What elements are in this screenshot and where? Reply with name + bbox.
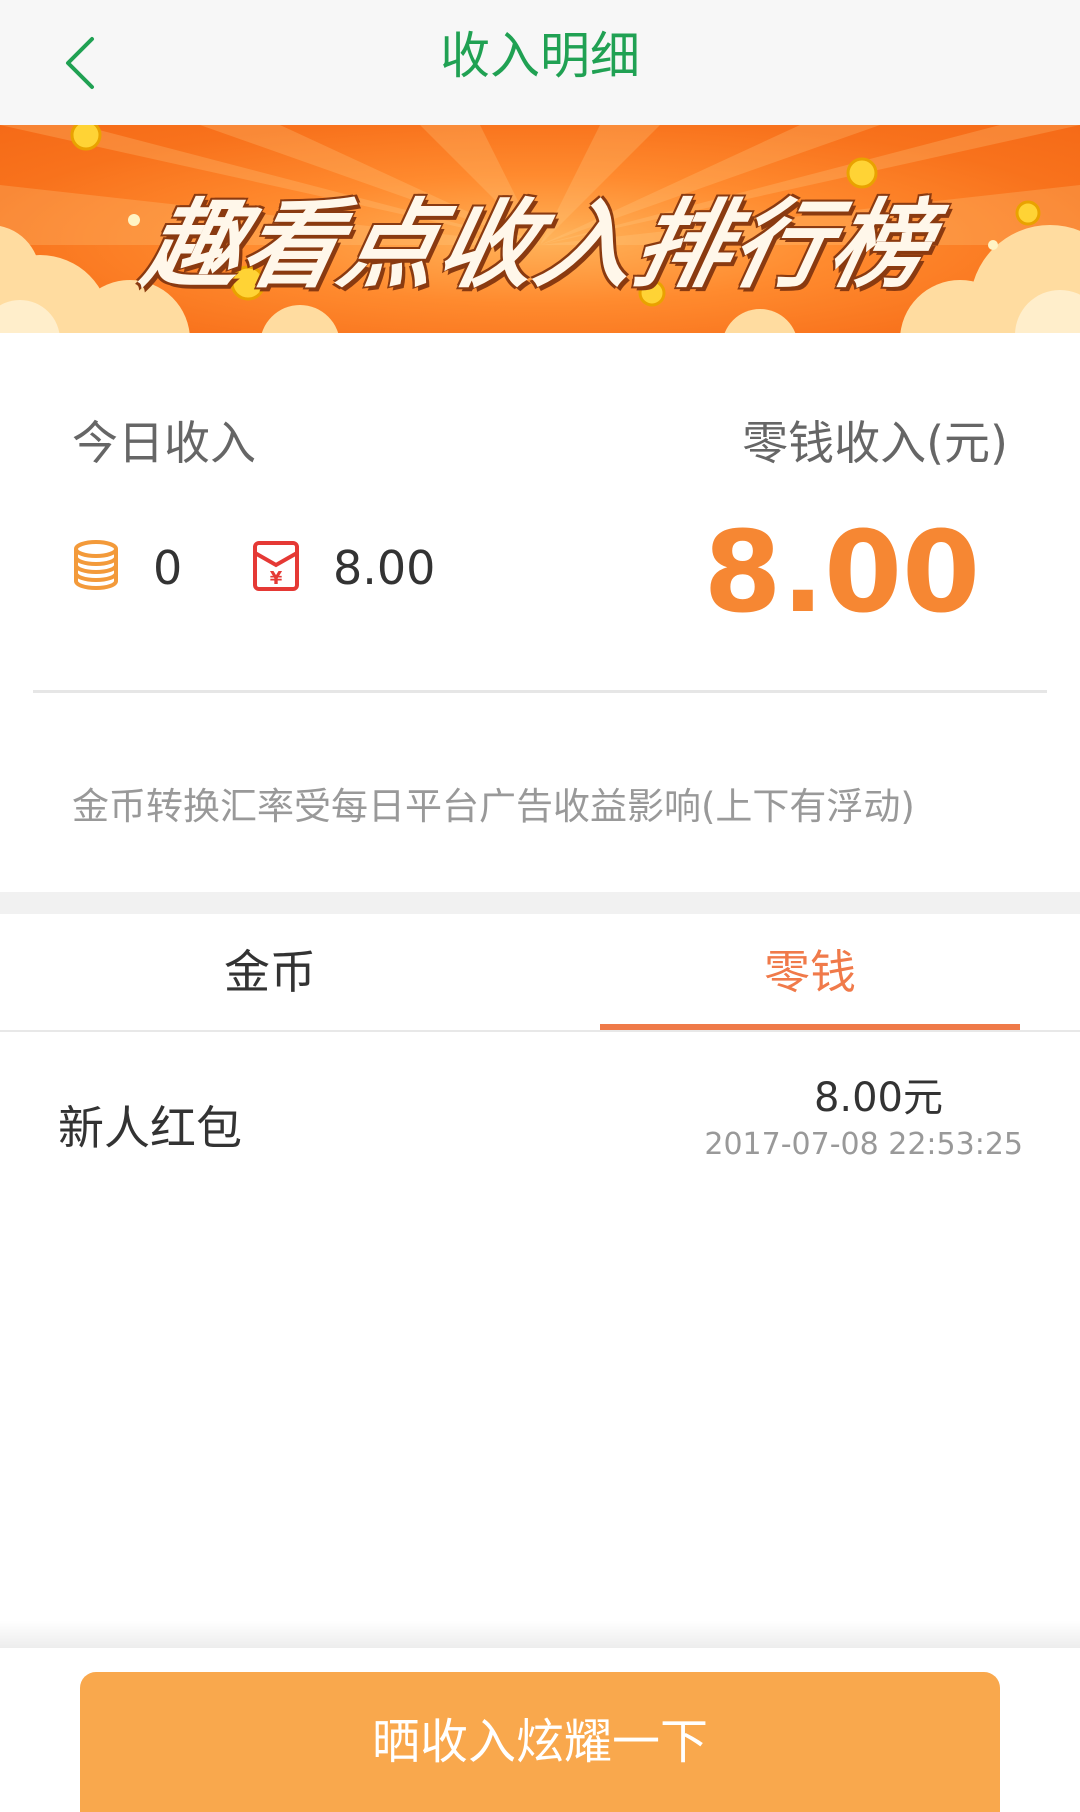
wallet-amount: 8.00 <box>703 508 980 638</box>
red-packet-icon: ¥ <box>252 540 300 592</box>
record-time: 2017-07-08 22:53:25 <box>704 1127 1023 1162</box>
record-title: 新人红包 <box>58 1101 242 1155</box>
today-income-label: 今日收入 <box>72 416 256 470</box>
today-coins-value: 0 <box>153 541 183 595</box>
list-item[interactable]: 新人红包 8.00元 2017-07-08 22:53:25 <box>0 1032 1080 1192</box>
page-title: 收入明细 <box>440 27 640 85</box>
wallet-income-label: 零钱收入(元) <box>742 416 1008 470</box>
tab-pocket-change[interactable]: 零钱 <box>540 914 1080 1030</box>
record-amount: 8.00元 <box>813 1075 943 1121</box>
exchange-rate-notice: 金币转换汇率受每日平台广告收益影响(上下有浮动) <box>72 785 915 828</box>
bottom-shadow <box>0 1620 1080 1650</box>
section-separator <box>0 892 1080 914</box>
ranking-banner[interactable]: 趣看点收入排行榜 <box>0 125 1080 333</box>
share-income-button[interactable]: 晒收入炫耀一下 <box>80 1672 1000 1812</box>
svg-text:¥: ¥ <box>270 568 283 589</box>
divider <box>33 690 1047 693</box>
today-cash-value: 8.00 <box>333 541 436 595</box>
coin-stack-icon <box>72 540 120 592</box>
tab-gold-coins[interactable]: 金币 <box>0 914 540 1030</box>
banner-title: 趣看点收入排行榜 <box>134 189 943 301</box>
